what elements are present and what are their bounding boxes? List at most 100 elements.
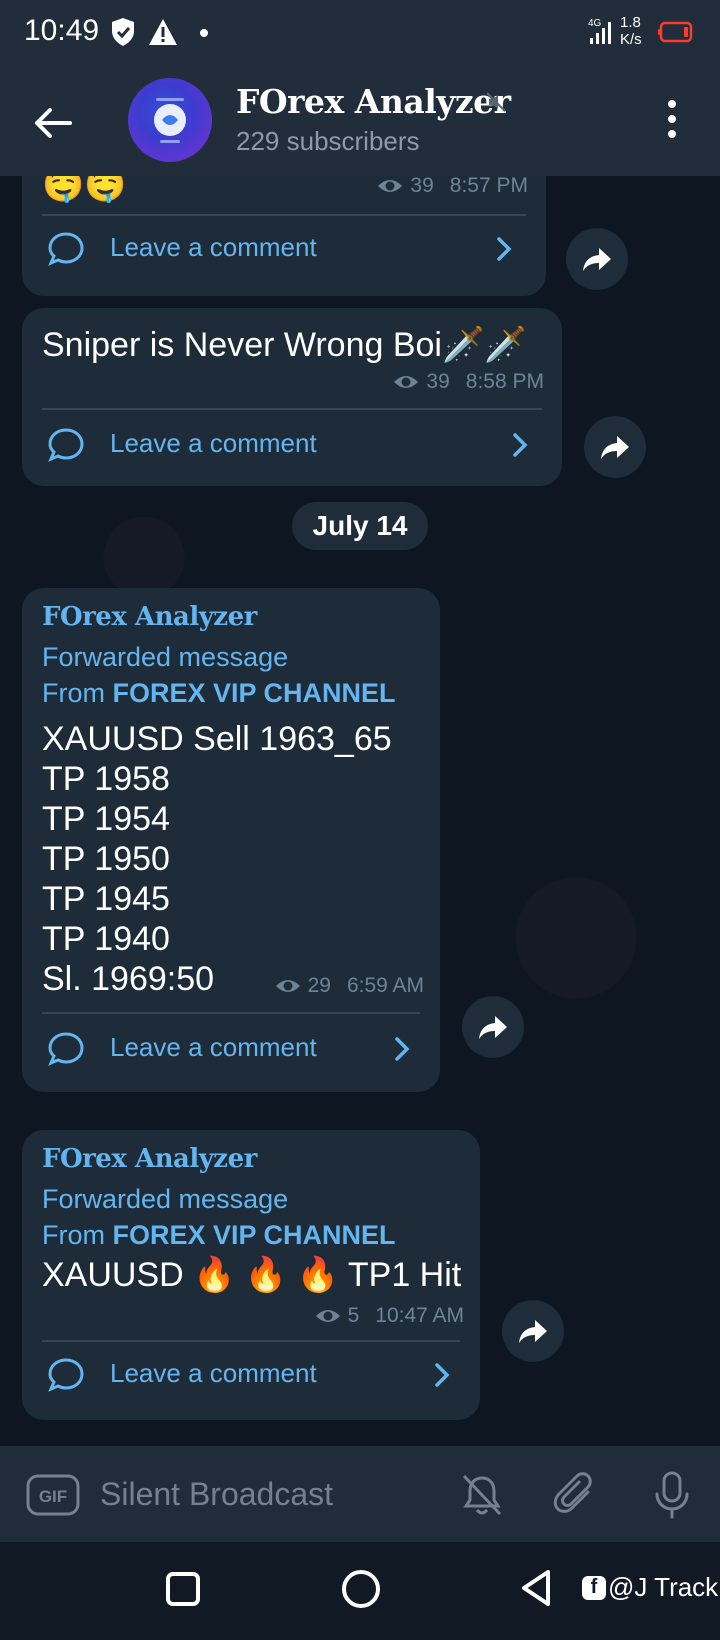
divider	[42, 214, 526, 216]
divider	[42, 1012, 420, 1014]
warning-icon	[149, 19, 177, 45]
views-icon	[394, 376, 419, 388]
forwarded-from[interactable]: From FOREX VIP CHANNEL	[42, 1220, 396, 1251]
share-button[interactable]	[462, 996, 524, 1058]
signal-icon: 4G	[588, 18, 611, 44]
speed-value: 1.8	[620, 14, 641, 31]
facebook-icon: f	[582, 1575, 606, 1600]
signal-line: TP 1945	[42, 880, 170, 918]
channel-logo-icon	[154, 98, 186, 143]
speed-unit: K/s	[620, 31, 642, 48]
gif-icon[interactable]: GIF	[26, 1474, 80, 1516]
shield-icon	[112, 18, 134, 46]
signal-line: XAUUSD Sell 1963_65	[42, 720, 392, 758]
status-bar: 10:49 4G 1.8 K/s	[0, 0, 720, 64]
signal-line: Sl. 1969:50	[42, 960, 215, 998]
status-time: 10:49	[24, 14, 100, 47]
view-count: 39	[426, 370, 450, 393]
forwarded-from[interactable]: From FOREX VIP CHANNEL	[42, 678, 396, 709]
message-bubble[interactable]: FOrex Analyzer Forwarded message From FO…	[22, 1130, 480, 1420]
gif-label: GIF	[39, 1487, 67, 1506]
message-time: 8:57 PM	[449, 176, 528, 197]
chevron-right-icon	[395, 1037, 410, 1061]
chat-header: FOrex Analyzer 229 subscribers	[0, 64, 720, 176]
message-text: Sniper is Never Wrong Boi🗡️🗡️	[42, 326, 527, 364]
forwarded-channel[interactable]: FOREX VIP CHANNEL	[113, 1220, 396, 1250]
comment-icon	[48, 1032, 84, 1066]
channel-title[interactable]: FOrex Analyzer	[236, 82, 511, 121]
forwarded-label: Forwarded message	[42, 1184, 289, 1214]
system-nav-bar: f @J Track	[0, 1542, 720, 1640]
comment-icon	[48, 232, 84, 266]
message-time: 10:47 AM	[375, 1304, 464, 1327]
message-bubble[interactable]: 🤤🤤 39 8:57 PM Leave a comment	[22, 176, 546, 296]
bell-off-icon[interactable]	[460, 1472, 504, 1518]
message-signature[interactable]: FOrex Analyzer	[42, 1144, 257, 1174]
message-meta: 5 10:47 AM	[314, 1304, 464, 1328]
subscriber-count: 229 subscribers	[236, 126, 420, 156]
back-arrow-icon[interactable]	[30, 100, 76, 146]
message-time: 8:58 PM	[465, 370, 544, 393]
signal-line: TP 1950	[42, 840, 170, 878]
views-icon	[378, 180, 403, 192]
chevron-right-icon	[497, 237, 512, 261]
comment-label: Leave a comment	[110, 428, 317, 458]
chevron-right-icon	[435, 1363, 450, 1387]
signal-line: TP 1954	[42, 800, 170, 838]
divider	[42, 1340, 460, 1342]
forward-arrow-icon	[583, 248, 611, 271]
battery-icon	[658, 21, 693, 43]
view-count: 5	[347, 1304, 360, 1327]
leave-comment-button[interactable]: Leave a comment	[46, 226, 526, 272]
views-icon	[315, 1310, 340, 1322]
divider	[42, 408, 542, 410]
share-button[interactable]	[502, 1300, 564, 1362]
forward-arrow-icon	[601, 436, 629, 459]
from-prefix: From	[42, 1220, 105, 1250]
message-bubble[interactable]: FOrex Analyzer Forwarded message From FO…	[22, 588, 440, 1092]
comment-label: Leave a comment	[110, 1032, 317, 1062]
recents-button[interactable]	[166, 1572, 200, 1606]
watermark-text: @J Track	[608, 1572, 719, 1602]
forwarded-channel[interactable]: FOREX VIP CHANNEL	[113, 678, 396, 708]
back-triangle-icon[interactable]	[518, 1568, 554, 1608]
message-text: 🤤🤤	[42, 176, 127, 204]
leave-comment-button[interactable]: Leave a comment	[46, 1026, 424, 1072]
notification-dot	[200, 29, 208, 37]
comment-label: Leave a comment	[110, 232, 317, 262]
channel-avatar[interactable]	[128, 78, 212, 162]
message-meta: 39 8:57 PM	[376, 176, 528, 198]
share-button[interactable]	[584, 416, 646, 478]
paperclip-icon[interactable]	[552, 1470, 598, 1518]
message-time: 6:59 AM	[346, 974, 424, 997]
chat-area[interactable]: 🤤🤤 39 8:57 PM Leave a comment Sniper is …	[0, 176, 720, 1446]
leave-comment-button[interactable]: Leave a comment	[46, 1352, 464, 1398]
comment-icon	[48, 1358, 84, 1392]
message-bubble[interactable]: Sniper is Never Wrong Boi🗡️🗡️ 39 8:58 PM…	[22, 308, 562, 486]
input-bar: GIF Silent Broadcast	[0, 1446, 720, 1542]
view-count: 39	[410, 176, 434, 197]
more-vertical-icon[interactable]	[660, 94, 684, 144]
forward-arrow-icon	[479, 1016, 507, 1039]
comment-icon	[48, 428, 84, 462]
muted-icon	[486, 92, 506, 112]
forwarded-label: Forwarded message	[42, 642, 289, 672]
signal-line: TP 1958	[42, 760, 170, 798]
signal-line: TP 1940	[42, 920, 170, 958]
share-button[interactable]	[566, 228, 628, 290]
network-speed: 1.8 K/s	[620, 14, 642, 48]
message-meta: 29 6:59 AM	[274, 974, 424, 998]
microphone-icon[interactable]	[652, 1470, 692, 1520]
forward-arrow-icon	[519, 1320, 547, 1343]
from-prefix: From	[42, 678, 105, 708]
view-count: 29	[307, 974, 331, 997]
home-button[interactable]	[342, 1570, 380, 1608]
message-text: XAUUSD 🔥 🔥 🔥 TP1 Hit	[42, 1256, 462, 1294]
network-type: 4G	[588, 18, 602, 29]
message-signature[interactable]: FOrex Analyzer	[42, 602, 257, 632]
silent-broadcast-label[interactable]: Silent Broadcast	[100, 1476, 333, 1513]
message-meta: 39 8:58 PM	[392, 370, 544, 394]
date-separator: July 14	[292, 502, 428, 550]
leave-comment-button[interactable]: Leave a comment	[46, 422, 546, 468]
comment-label: Leave a comment	[110, 1358, 317, 1388]
